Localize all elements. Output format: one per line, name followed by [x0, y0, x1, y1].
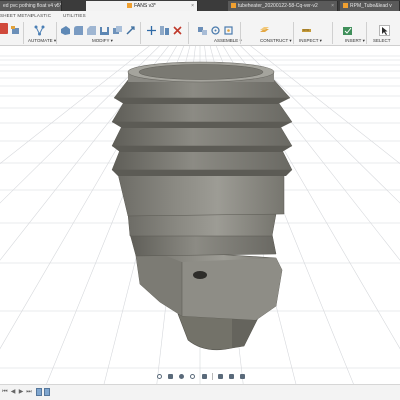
hose-barb-model[interactable]: [111, 61, 293, 351]
combine-icon[interactable]: [112, 23, 123, 34]
document-icon: [127, 3, 133, 8]
timeline-back-button[interactable]: ◀: [10, 389, 16, 395]
insert-menu[interactable]: INSERT ▾: [345, 38, 365, 44]
fusion-app-window: ed pvc pothing float v4 v5* × FANS v3* ×…: [0, 0, 400, 400]
display-settings-icon[interactable]: [217, 373, 224, 380]
document-tab-label: RPM_Tube&lead v: [350, 3, 392, 9]
timeline-end-button[interactable]: ⏭: [26, 389, 32, 395]
timeline-play-button[interactable]: ▶: [18, 389, 24, 395]
ribbon-tab-utilities[interactable]: UTILITIES: [63, 13, 86, 18]
as-built-joint-icon[interactable]: [223, 23, 234, 35]
construct-menu[interactable]: CONSTRUCT ▾: [260, 38, 292, 44]
viewport-canvas[interactable]: [0, 46, 400, 400]
ribbon-tab-plastic[interactable]: PLASTIC: [31, 13, 51, 18]
automate-icon[interactable]: [34, 23, 45, 36]
document-icon: [343, 3, 348, 8]
look-at-icon[interactable]: [167, 373, 174, 380]
document-tab-bar: ed pvc pothing float v4 v5* × FANS v3* ×…: [0, 0, 400, 11]
automate-menu[interactable]: AUTOMATE ▾: [28, 38, 56, 44]
ribbon-separator: [240, 22, 241, 44]
move-icon[interactable]: [146, 23, 157, 35]
document-tab[interactable]: ed pvc pothing float v4 v5* ×: [0, 1, 62, 11]
measure-icon[interactable]: [301, 23, 312, 34]
ribbon-separator: [293, 22, 294, 44]
orbit-icon[interactable]: [156, 373, 163, 380]
timeline-feature[interactable]: [44, 388, 50, 396]
timeline-start-button[interactable]: ⏮: [2, 389, 8, 395]
create-tool-icon[interactable]: [0, 23, 8, 34]
document-tab[interactable]: tubeheater_20200122-58-Cq-ver-v2 ×: [228, 1, 338, 11]
document-tab-active[interactable]: FANS v3* ×: [86, 1, 198, 11]
timeline-feature[interactable]: [36, 388, 42, 396]
align-icon[interactable]: [159, 23, 170, 35]
navigation-bar: [156, 371, 246, 381]
shell-icon[interactable]: [99, 23, 110, 35]
viewports-icon[interactable]: [239, 373, 246, 380]
insert-icon[interactable]: [342, 23, 353, 35]
scale-icon[interactable]: [125, 23, 136, 35]
grid-settings-icon[interactable]: [228, 373, 235, 380]
close-icon[interactable]: ×: [55, 1, 58, 11]
document-tab-label: ed pvc pothing float v4 v5*: [3, 3, 62, 9]
offset-plane-icon[interactable]: [259, 23, 270, 34]
document-tab-label: tubeheater_20200122-58-Cq-ver-v2: [238, 3, 318, 9]
document-icon: [231, 3, 236, 8]
ribbon-tab-sheet-metal[interactable]: SHEET METAL: [0, 13, 33, 18]
ribbon-separator: [56, 22, 57, 44]
ribbon-toolbar: SHEET METAL PLASTIC UTILITIES AUTOMATE ▾…: [0, 11, 400, 46]
timeline: ⏮ ◀ ▶ ⏭: [0, 384, 400, 400]
document-tab[interactable]: RPM_Tube&lead v: [340, 1, 400, 11]
assemble-menu[interactable]: ASSEMBLE ▾: [214, 38, 242, 44]
canvas-viewport[interactable]: [0, 46, 400, 400]
joint-icon[interactable]: [210, 23, 221, 35]
select-menu[interactable]: SELECT: [373, 38, 391, 43]
ribbon-separator: [366, 22, 367, 44]
press-pull-icon[interactable]: [60, 23, 71, 35]
pan-icon[interactable]: [178, 373, 185, 380]
fillet-icon[interactable]: [73, 23, 84, 35]
tool-icon[interactable]: [10, 23, 21, 34]
chamfer-icon[interactable]: [86, 23, 97, 35]
new-component-icon[interactable]: [197, 23, 208, 35]
document-tab-label: FANS v3*: [134, 3, 156, 9]
close-icon[interactable]: ×: [331, 1, 334, 11]
ribbon-separator: [332, 22, 333, 44]
fit-icon[interactable]: [201, 373, 208, 380]
inspect-menu[interactable]: INSPECT ▾: [299, 38, 322, 44]
modify-menu[interactable]: MODIFY ▾: [92, 38, 113, 44]
ribbon-separator: [23, 22, 24, 44]
select-icon[interactable]: [379, 23, 390, 36]
ribbon-separator: [188, 22, 189, 44]
close-icon[interactable]: ×: [191, 1, 194, 11]
navbar-separator: [211, 372, 213, 380]
ribbon-separator: [140, 22, 141, 44]
zoom-icon[interactable]: [189, 373, 196, 380]
delete-icon[interactable]: [172, 23, 183, 35]
